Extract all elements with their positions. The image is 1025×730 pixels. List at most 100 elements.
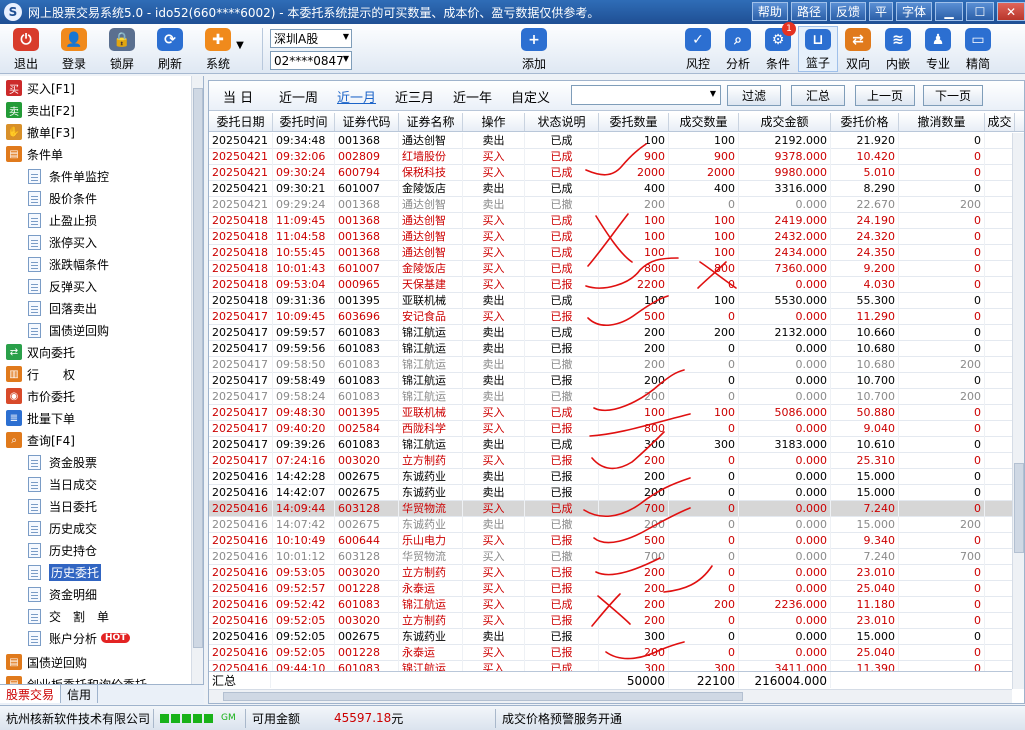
table-row[interactable]: 20250417 09:58:49 601083 锦江航运 卖出 已报 200 0 0.000 1…	[209, 373, 1012, 389]
table-row[interactable]: 20250418 11:09:45 001368 通达创智 买入 已成 100 100 2419…	[209, 213, 1012, 229]
prev-page-button[interactable]: 上一页	[855, 85, 915, 106]
toolbar-button-2[interactable]: 🔒 锁屏	[102, 26, 142, 72]
column-header-9[interactable]: 委托价格	[831, 113, 899, 131]
market-select[interactable]: 深圳A股 ▼	[270, 29, 352, 48]
sidebar-item-16[interactable]: ⌕ 查询[F4]	[6, 430, 75, 450]
sidebar-item-17[interactable]: 资金股票	[28, 452, 97, 472]
sidebar-item-11[interactable]: 国债逆回购	[28, 320, 109, 340]
table-row[interactable]: 20250416 09:52:05 001228 永泰运 买入 已报 200 0 0.000 25…	[209, 645, 1012, 661]
column-header-4[interactable]: 操作	[463, 113, 525, 131]
column-header-5[interactable]: 状态说明	[525, 113, 599, 131]
path-button[interactable]: 路径	[790, 2, 827, 21]
column-header-2[interactable]: 证券代码	[335, 113, 399, 131]
table-row[interactable]: 20250418 11:04:58 001368 通达创智 买入 已成 100 100 2432…	[209, 229, 1012, 245]
sidebar-item-26[interactable]: ▤ 国债逆回购	[6, 652, 87, 672]
sidebar-item-21[interactable]: 历史持仓	[28, 540, 97, 560]
tab-range-5[interactable]: 自定义	[511, 87, 550, 106]
add-button[interactable]: + 添加	[514, 26, 554, 72]
table-row[interactable]: 20250416 09:52:42 601083 锦江航运 买入 已成 200 200 2236…	[209, 597, 1012, 613]
account-select[interactable]: 02****0847 ▼	[270, 51, 352, 70]
feedback-button[interactable]: 反馈	[829, 2, 866, 21]
table-row[interactable]: 20250416 10:01:12 603128 华贸物流 买入 已撤 700 0 0.000 7…	[209, 549, 1012, 565]
sidebar-item-8[interactable]: 涨跌幅条件	[28, 254, 109, 274]
toolbar-button-shield[interactable]: ✓ 风控	[678, 26, 718, 72]
table-row[interactable]: 20250416 14:42:28 002675 东诚药业 卖出 已报 200 0 0.000 1…	[209, 469, 1012, 485]
table-row[interactable]: 20250417 09:59:57 601083 锦江航运 卖出 已成 200 200 2132…	[209, 325, 1012, 341]
toolbar-button-0[interactable]: ⏻ 退出	[6, 26, 46, 72]
column-header-3[interactable]: 证券名称	[399, 113, 463, 131]
sidebar-item-4[interactable]: 条件单监控	[28, 166, 109, 186]
table-row[interactable]: 20250416 09:52:05 003020 立方制药 买入 已报 200 0 0.000 2…	[209, 613, 1012, 629]
sidebar-item-5[interactable]: 股价条件	[28, 188, 97, 208]
sidebar-item-10[interactable]: 回落卖出	[28, 298, 97, 318]
table-row[interactable]: 20250417 09:59:56 601083 锦江航运 卖出 已报 200 0 0.000 1…	[209, 341, 1012, 357]
sidebar-item-6[interactable]: 止盈止损	[28, 210, 97, 230]
tab-range-1[interactable]: 近一周	[279, 87, 318, 106]
table-row[interactable]: 20250416 14:07:42 002675 东诚药业 卖出 已撤 200 0 0.000 1…	[209, 517, 1012, 533]
tab-stock-trading[interactable]: 股票交易	[0, 685, 62, 703]
column-header-1[interactable]: 委托时间	[273, 113, 335, 131]
column-header-6[interactable]: 委托数量	[599, 113, 669, 131]
table-row[interactable]: 20250416 14:09:44 603128 华贸物流 买入 已成 700 0 0.000 7…	[209, 501, 1012, 517]
minimize-button[interactable]: ▁	[935, 2, 963, 21]
toolbar-button-basket[interactable]: ⊔ 篮子	[798, 26, 838, 72]
sidebar-item-13[interactable]: ▥ 行 权	[6, 364, 75, 384]
table-row[interactable]: 20250417 09:58:24 601083 锦江航运 卖出 已撤 200 0 0.000 1…	[209, 389, 1012, 405]
sidebar-item-7[interactable]: 涨停买入	[28, 232, 97, 252]
table-row[interactable]: 20250417 09:58:50 601083 锦江航运 卖出 已撤 200 0 0.000 1…	[209, 357, 1012, 373]
sidebar-item-3[interactable]: ▤ 条件单	[6, 144, 63, 164]
tab-credit[interactable]: 信用	[61, 685, 99, 703]
table-row[interactable]: 20250417 09:39:26 601083 锦江航运 卖出 已成 300 300 3183…	[209, 437, 1012, 453]
sidebar-item-15[interactable]: ≣ 批量下单	[6, 408, 75, 428]
toolbar-button-analysis[interactable]: ⌕ 分析	[718, 26, 758, 72]
sidebar-item-12[interactable]: ⇄ 双向委托	[6, 342, 75, 362]
sidebar-item-23[interactable]: 资金明细	[28, 584, 97, 604]
table-row[interactable]: 20250418 10:55:45 001368 通达创智 买入 已成 100 100 2434…	[209, 245, 1012, 261]
system-menu-chevron-down-icon[interactable]: ▼	[232, 26, 248, 72]
toolbar-button-embed[interactable]: ≋ 内嵌	[878, 26, 918, 72]
toolbar-button-condition[interactable]: ⚙ 1 条件	[758, 22, 798, 72]
sidebar-item-22[interactable]: 历史委托	[28, 562, 102, 582]
table-row[interactable]: 20250421 09:34:48 001368 通达创智 卖出 已成 100 100 2192…	[209, 133, 1012, 149]
toolbar-button-compact[interactable]: ▭ 精简	[958, 26, 998, 72]
column-header-10[interactable]: 撤消数量	[899, 113, 985, 131]
toolbar-button-bidirectional[interactable]: ⇄ 双向	[838, 26, 878, 72]
tab-range-4[interactable]: 近一年	[453, 87, 492, 106]
sidebar-item-0[interactable]: 买买入[F1]	[6, 78, 75, 98]
flat-button[interactable]: 平	[868, 2, 893, 21]
sidebar-item-19[interactable]: 当日委托	[28, 496, 97, 516]
table-row[interactable]: 20250417 09:40:20 002584 西陇科学 买入 已报 800 0 0.000 9…	[209, 421, 1012, 437]
sidebar-item-24[interactable]: 交 割 单	[28, 606, 109, 626]
close-button[interactable]: ✕	[997, 2, 1025, 21]
sidebar-item-2[interactable]: ✋ 撤单[F3]	[6, 122, 75, 142]
table-row[interactable]: 20250416 09:52:05 002675 东诚药业 卖出 已报 300 0 0.000 1…	[209, 629, 1012, 645]
table-row[interactable]: 20250417 07:24:16 003020 立方制药 买入 已报 200 0 0.000 2…	[209, 453, 1012, 469]
table-row[interactable]: 20250421 09:32:06 002809 红墙股份 买入 已成 900 900 9378…	[209, 149, 1012, 165]
table-row[interactable]: 20250416 14:42:07 002675 东诚药业 卖出 已报 200 0 0.000 1…	[209, 485, 1012, 501]
table-row[interactable]: 20250416 09:53:05 003020 立方制药 买入 已报 200 0 0.000 2…	[209, 565, 1012, 581]
column-header-0[interactable]: 委托日期	[209, 113, 273, 131]
toolbar-button-1[interactable]: 👤 登录	[54, 26, 94, 72]
sidebar-item-20[interactable]: 历史成交	[28, 518, 97, 538]
sidebar-scrollbar[interactable]	[191, 76, 203, 684]
table-row[interactable]: 20250418 10:01:43 601007 金陵饭店 买入 已成 800 800 7360…	[209, 261, 1012, 277]
maximize-button[interactable]: ☐	[966, 2, 994, 21]
help-button[interactable]: 帮助	[751, 2, 788, 21]
table-row[interactable]: 20250417 09:48:30 001395 亚联机械 买入 已成 100 100 5086…	[209, 405, 1012, 421]
table-hscroll-thumb[interactable]	[223, 692, 743, 701]
table-row[interactable]: 20250417 10:09:45 603696 安记食品 买入 已报 500 0 0.000 1…	[209, 309, 1012, 325]
tab-range-2[interactable]: 近一月	[337, 87, 376, 106]
table-scroll-thumb[interactable]	[1014, 463, 1024, 553]
table-row[interactable]: 20250418 09:31:36 001395 亚联机械 卖出 已成 100 100 5530…	[209, 293, 1012, 309]
table-row[interactable]: 20250416 09:52:57 001228 永泰运 买入 已报 200 0 0.000 25…	[209, 581, 1012, 597]
table-row[interactable]: 20250416 10:10:49 600644 乐山电力 买入 已报 500 0 0.000 9…	[209, 533, 1012, 549]
table-row[interactable]: 20250421 09:30:21 601007 金陵饭店 卖出 已成 400 400 3316…	[209, 181, 1012, 197]
sidebar-item-25[interactable]: 账户分析 HOT	[28, 628, 131, 648]
sidebar-item-1[interactable]: 卖卖出[F2]	[6, 100, 75, 120]
sidebar-item-18[interactable]: 当日成交	[28, 474, 97, 494]
tab-range-0[interactable]: 当 日	[223, 87, 253, 106]
table-vertical-scrollbar[interactable]	[1012, 133, 1024, 689]
summary-button[interactable]: 汇总	[791, 85, 845, 106]
sidebar-scroll-thumb[interactable]	[193, 88, 203, 648]
table-horizontal-scrollbar[interactable]	[209, 689, 1012, 703]
